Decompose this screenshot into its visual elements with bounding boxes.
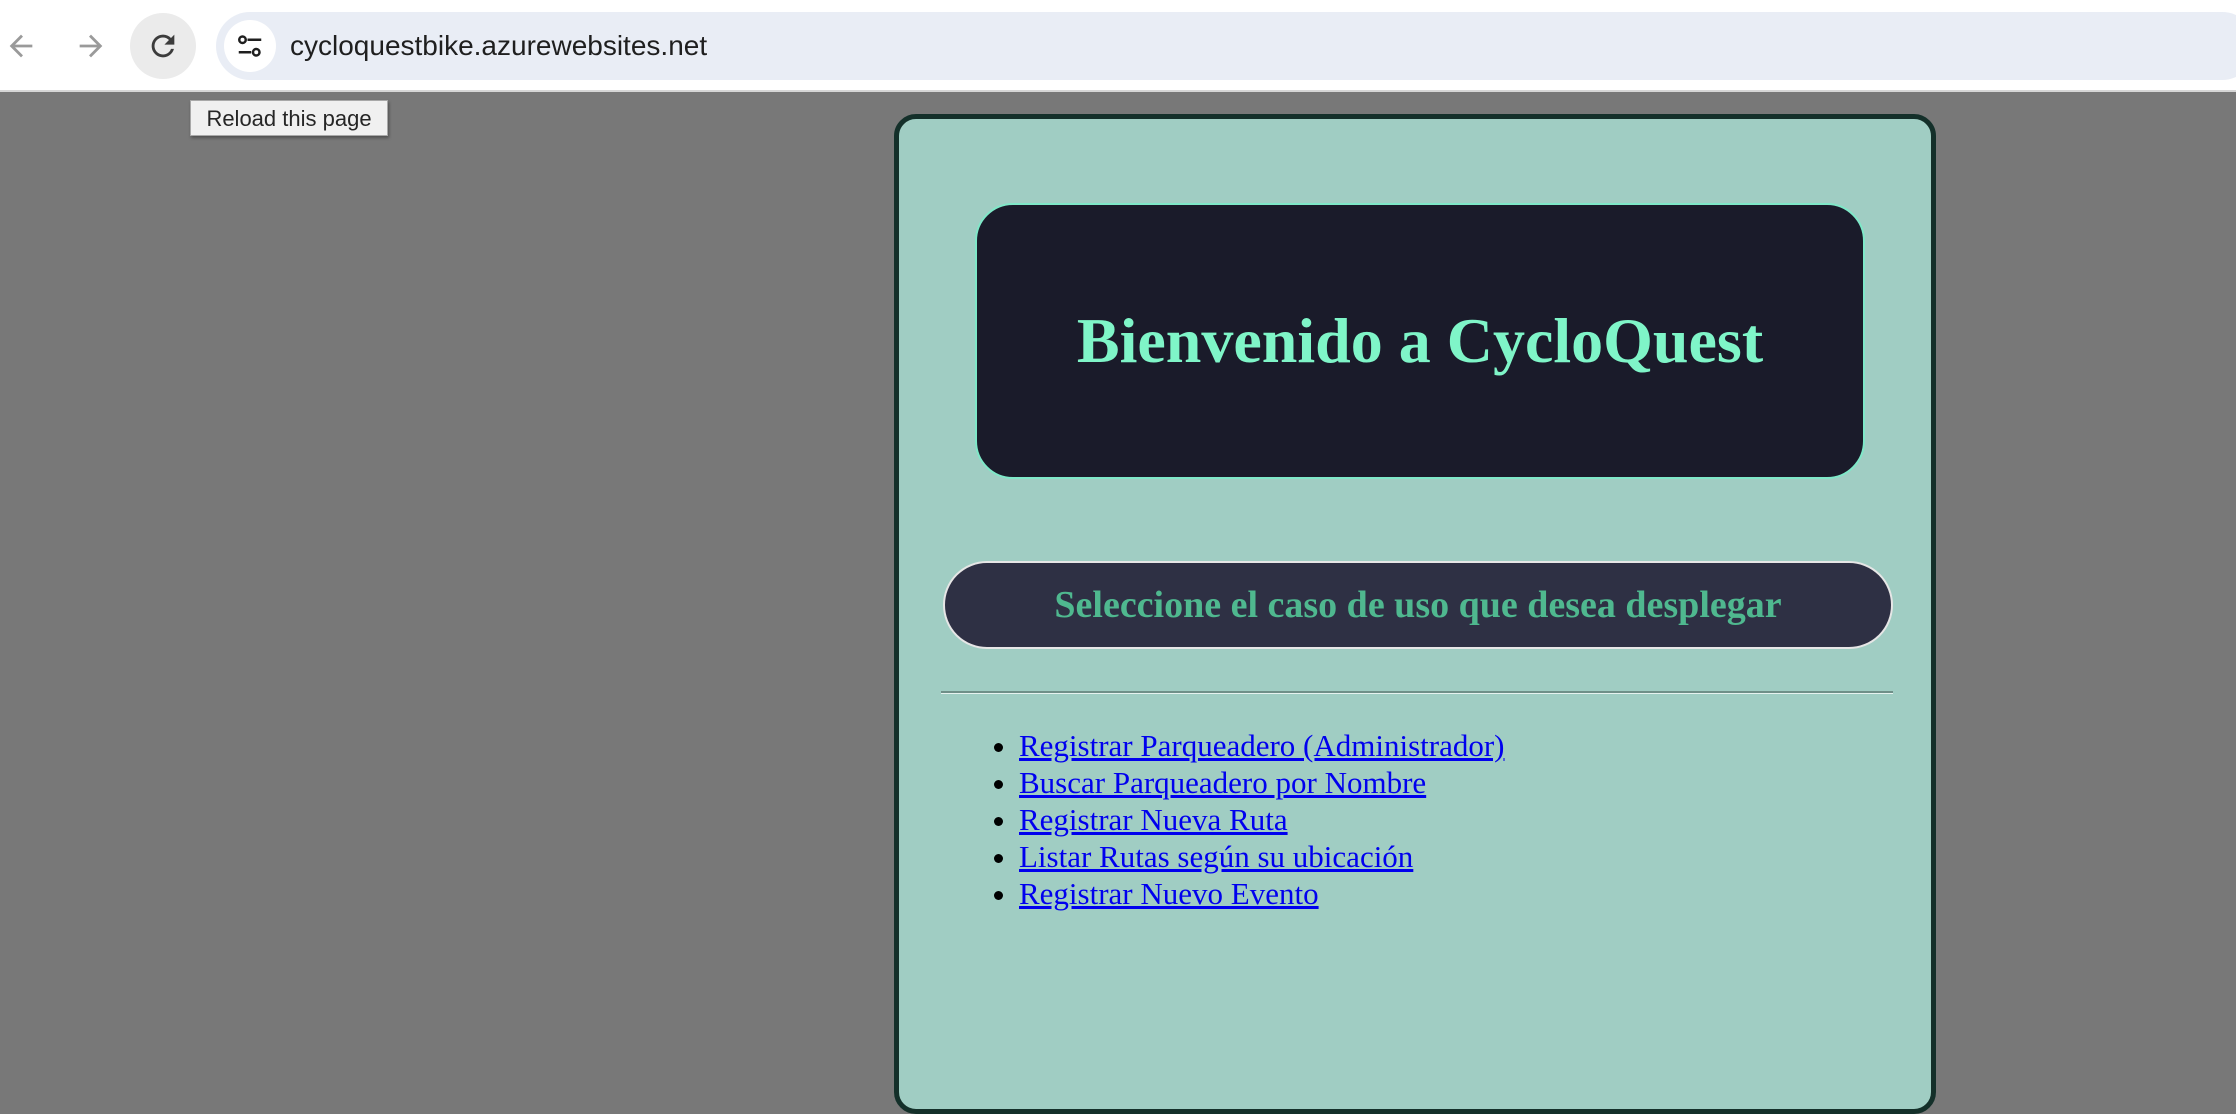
use-case-prompt: Seleccione el caso de uso que desea desp…	[943, 561, 1893, 649]
address-bar[interactable]: cycloquestbike.azurewebsites.net	[216, 12, 2236, 80]
back-button[interactable]	[0, 13, 54, 79]
forward-button[interactable]	[58, 13, 124, 79]
list-item: Registrar Nueva Ruta	[1019, 801, 1505, 838]
tune-icon	[238, 35, 262, 57]
reload-icon	[151, 34, 175, 58]
main-card: Bienvenido a CycloQuest Seleccione el ca…	[894, 114, 1936, 1114]
use-case-list: Registrar Parqueadero (Administrador) Bu…	[1019, 727, 1505, 912]
use-case-prompt-text: Seleccione el caso de uso que desea desp…	[1054, 584, 1782, 626]
site-info-button[interactable]	[224, 20, 276, 72]
list-item: Buscar Parqueadero por Nombre	[1019, 764, 1505, 801]
arrow-left-icon	[9, 34, 33, 58]
list-item: Listar Rutas según su ubicación	[1019, 838, 1505, 875]
reload-button[interactable]	[130, 13, 196, 79]
link-registrar-parqueadero[interactable]: Registrar Parqueadero (Administrador)	[1019, 728, 1505, 763]
browser-toolbar: cycloquestbike.azurewebsites.net	[0, 0, 2236, 92]
welcome-banner: Bienvenido a CycloQuest	[975, 203, 1865, 479]
arrow-right-icon	[79, 34, 103, 58]
divider	[941, 691, 1893, 694]
list-item: Registrar Nuevo Evento	[1019, 875, 1505, 912]
reload-tooltip: Reload this page	[190, 100, 388, 136]
link-registrar-evento[interactable]: Registrar Nuevo Evento	[1019, 876, 1319, 911]
page-title: Bienvenido a CycloQuest	[1076, 305, 1764, 376]
link-buscar-parqueadero[interactable]: Buscar Parqueadero por Nombre	[1019, 765, 1426, 800]
list-item: Registrar Parqueadero (Administrador)	[1019, 727, 1505, 764]
link-registrar-ruta[interactable]: Registrar Nueva Ruta	[1019, 802, 1288, 837]
link-listar-rutas[interactable]: Listar Rutas según su ubicación	[1019, 839, 1413, 874]
url-text[interactable]: cycloquestbike.azurewebsites.net	[290, 12, 707, 80]
